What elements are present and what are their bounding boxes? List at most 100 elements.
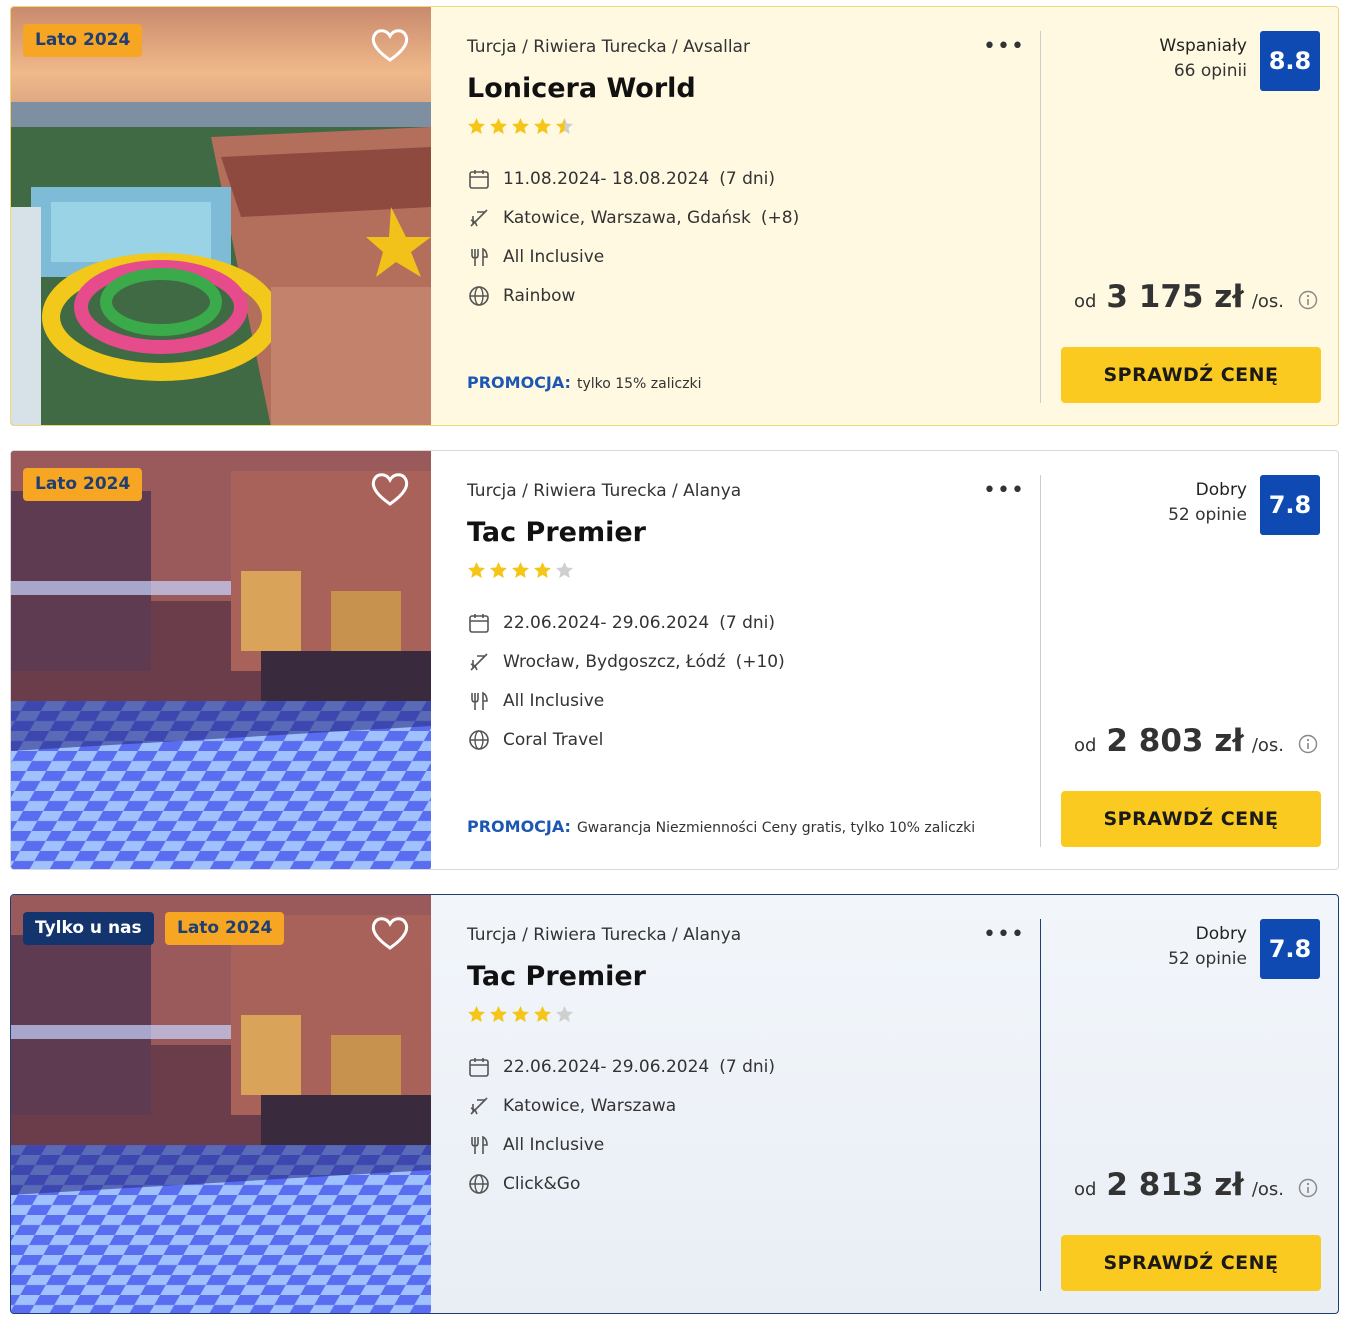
operator: Rainbow [503,285,576,306]
star-icon [511,561,530,579]
cutlery-icon [467,245,491,269]
dates-row: 22.06.2024- 29.06.2024 (7 dni) [467,603,785,642]
duration: (7 dni) [719,168,775,189]
promo-text: Gwarancja Niezmienności Ceny gratis, tyl… [576,820,976,836]
breadcrumb[interactable]: Turcja / Riwiera Turecka / Alanya [467,925,741,945]
dates: 11.08.2024- 18.08.2024 [503,168,710,189]
dates-row: 22.06.2024- 29.06.2024 (7 dni) [467,1047,775,1086]
star-rating [467,561,574,579]
plane-icon [467,206,491,230]
offer-card[interactable]: Lato 2024 Turcja / Riwiera Turecka / Avs… [10,6,1339,426]
cutlery-icon [467,689,491,713]
hotel-photo[interactable]: Lato 2024 [11,7,431,425]
more-dots-icon[interactable]: ••• [983,480,1025,502]
board-row: All Inclusive [467,681,785,720]
rating-word: Dobry [1195,924,1247,944]
operator: Click&Go [503,1173,581,1194]
more-dots-icon[interactable]: ••• [983,36,1025,58]
offer-info: Turcja / Riwiera Turecka / Alanya ••• Ta… [467,895,1027,1313]
rating[interactable]: Dobry 52 opinie 7.8 [1168,475,1320,535]
departures-more[interactable]: (+10) [736,652,785,672]
hotel-name[interactable]: Tac Premier [467,517,646,548]
star-icon [489,561,508,579]
duration: (7 dni) [719,1056,775,1077]
calendar-icon [467,1055,491,1079]
heart-icon[interactable] [370,915,410,951]
heart-icon[interactable] [370,471,410,507]
departures-row: Wrocław, Bydgoszcz, Łódź (+10) [467,642,785,681]
price: od 2 813 zł /os. [1074,1167,1318,1203]
departures-row: Katowice, Warszawa [467,1086,775,1125]
board-row: All Inclusive [467,1125,775,1164]
duration: (7 dni) [719,612,775,633]
operator-row: Rainbow [467,276,799,315]
empty-star-icon [555,1005,574,1023]
rating-word: Dobry [1195,480,1247,500]
exclusive-tag: Tylko u nas [23,912,154,945]
info-icon[interactable] [1298,734,1318,754]
price-prefix: od [1073,1179,1097,1200]
price-unit: /os. [1251,1179,1284,1200]
star-icon [467,117,486,135]
season-tag: Lato 2024 [23,468,143,501]
check-price-button[interactable]: SPRAWDŹ CENĘ [1061,347,1321,403]
price-amount: 3 175 zł [1106,279,1244,315]
breadcrumb[interactable]: Turcja / Riwiera Turecka / Alanya [467,481,741,501]
star-icon [533,1005,552,1023]
hotel-name[interactable]: Tac Premier [467,961,646,992]
hotel-photo[interactable]: Tylko u nas Lato 2024 [11,895,431,1313]
season-tag: Lato 2024 [23,24,143,57]
breadcrumb[interactable]: Turcja / Riwiera Turecka / Avsallar [467,37,750,57]
more-dots-icon[interactable]: ••• [983,924,1025,946]
star-rating [467,1005,574,1023]
star-icon [533,117,552,135]
globe-icon [467,1172,491,1196]
plane-icon [467,650,491,674]
star-icon [489,117,508,135]
price: od 3 175 zł /os. [1074,279,1318,315]
offer-card[interactable]: Lato 2024 Turcja / Riwiera Turecka / Ala… [10,450,1339,870]
offer-info: Turcja / Riwiera Turecka / Avsallar ••• … [467,7,1027,425]
hotel-photo[interactable]: Lato 2024 [11,451,431,869]
calendar-icon [467,611,491,635]
heart-icon[interactable] [370,27,410,63]
dates: 22.06.2024- 29.06.2024 [503,612,710,633]
check-price-button[interactable]: SPRAWDŹ CENĘ [1061,791,1321,847]
price-unit: /os. [1251,735,1284,756]
price-prefix: od [1073,291,1097,312]
departures: Wrocław, Bydgoszcz, Łódź [503,651,726,672]
offer-info: Turcja / Riwiera Turecka / Alanya ••• Ta… [467,451,1027,869]
promo: PROMOCJA: tylko 15% zaliczki [467,373,702,392]
info-icon[interactable] [1298,290,1318,310]
offer-card[interactable]: Tylko u nas Lato 2024 Turcja / Riwiera T… [10,894,1339,1314]
rating-count[interactable]: 52 opinie [1168,946,1247,972]
departures: Katowice, Warszawa, Gdańsk [503,207,751,228]
star-rating [467,117,574,135]
price: od 2 803 zł /os. [1074,723,1318,759]
rating-count[interactable]: 52 opinie [1168,502,1247,528]
departures-more[interactable]: (+8) [761,208,799,228]
price-prefix: od [1073,735,1097,756]
star-icon [467,1005,486,1023]
promo-text: tylko 15% zaliczki [576,376,702,392]
price-amount: 2 803 zł [1106,723,1244,759]
check-price-button[interactable]: SPRAWDŹ CENĘ [1061,1235,1321,1291]
operator-row: Coral Travel [467,720,785,759]
rating-count[interactable]: 66 opinii [1159,58,1247,84]
half-star-icon [555,117,574,135]
globe-icon [467,728,491,752]
globe-icon [467,284,491,308]
rating[interactable]: Dobry 52 opinie 7.8 [1168,919,1320,979]
divider [1040,31,1041,403]
price-amount: 2 813 zł [1106,1167,1244,1203]
cutlery-icon [467,1133,491,1157]
hotel-name[interactable]: Lonicera World [467,73,696,104]
star-icon [511,117,530,135]
rating-score-badge: 7.8 [1260,919,1320,979]
departures-row: Katowice, Warszawa, Gdańsk (+8) [467,198,799,237]
info-icon[interactable] [1298,1178,1318,1198]
divider [1040,475,1041,847]
rating-word: Wspaniały [1159,36,1247,56]
dates-row: 11.08.2024- 18.08.2024 (7 dni) [467,159,799,198]
rating[interactable]: Wspaniały 66 opinii 8.8 [1159,31,1320,91]
